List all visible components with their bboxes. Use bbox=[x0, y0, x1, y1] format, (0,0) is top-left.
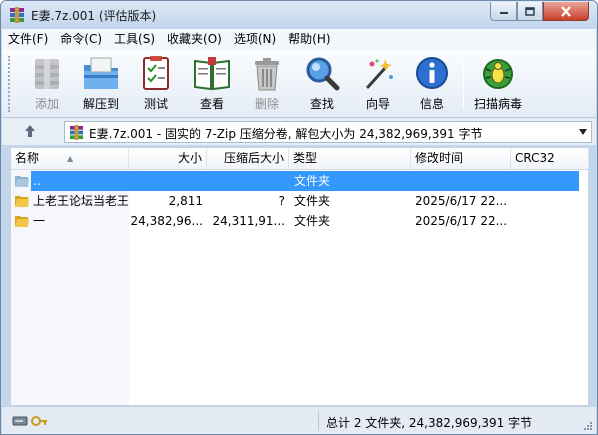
add-button[interactable]: 添加 bbox=[18, 53, 76, 115]
menu-options[interactable]: 选项(N) bbox=[228, 29, 282, 50]
folder-icon bbox=[15, 196, 29, 207]
up-one-level-button[interactable] bbox=[20, 122, 40, 140]
column-header-crc[interactable]: CRC32 bbox=[511, 148, 589, 170]
close-button[interactable] bbox=[543, 2, 589, 21]
row-type: 文件夹 bbox=[294, 194, 331, 208]
wizard-button[interactable]: 向导 bbox=[349, 53, 407, 115]
scan-virus-label: 扫描病毒 bbox=[473, 97, 522, 111]
search-icon bbox=[306, 57, 340, 91]
column-header-type[interactable]: 类型 bbox=[289, 148, 411, 170]
menu-commands[interactable]: 命令(C) bbox=[54, 29, 108, 50]
parent-folder-icon bbox=[15, 176, 29, 187]
info-button[interactable]: 信息 bbox=[403, 53, 461, 115]
address-path-text: E妻.7z.001 - 固实的 7-Zip 压缩分卷, 解包大小为 24,382… bbox=[89, 127, 483, 141]
row-modified: 2025/6/17 22... bbox=[415, 214, 508, 228]
row-size: 24,382,96... bbox=[130, 214, 203, 228]
row-modified: 2025/6/17 22... bbox=[415, 194, 508, 208]
delete-button[interactable]: 删除 bbox=[238, 53, 296, 115]
title-bar[interactable]: E妻.7z.001 (评估版本) bbox=[1, 1, 597, 29]
menu-help[interactable]: 帮助(H) bbox=[282, 29, 336, 50]
delete-label: 删除 bbox=[254, 97, 279, 111]
find-button[interactable]: 查找 bbox=[293, 53, 351, 115]
row-type: 文件夹 bbox=[294, 214, 331, 228]
toolbar-grip[interactable] bbox=[8, 56, 11, 112]
toolbar: 添加 解压到 测试 查看 删除 查找 向导 信息 扫描病毒 bbox=[2, 50, 596, 118]
resize-grip-icon[interactable] bbox=[583, 421, 593, 431]
add-archive-icon bbox=[35, 59, 59, 89]
menu-bar: 文件(F) 命令(C) 工具(S) 收藏夹(O) 选项(N) 帮助(H) bbox=[2, 29, 596, 50]
menu-favorites[interactable]: 收藏夹(O) bbox=[161, 29, 228, 50]
row-name: 上老王论坛当老王 bbox=[33, 194, 128, 208]
extract-to-label: 解压到 bbox=[82, 97, 119, 111]
table-row[interactable]: 上老王论坛当老王 2,811 ? 文件夹 2025/6/17 22... bbox=[11, 191, 588, 211]
folder-icon bbox=[15, 216, 29, 227]
info-icon bbox=[416, 57, 448, 89]
column-header-packed[interactable]: 压缩后大小 bbox=[207, 148, 289, 170]
trash-icon bbox=[255, 58, 279, 91]
test-label: 测试 bbox=[143, 97, 168, 111]
status-separator bbox=[318, 411, 319, 431]
wizard-wand-icon bbox=[366, 59, 393, 89]
arrow-up-icon bbox=[25, 125, 35, 137]
window-title: E妻.7z.001 (评估版本) bbox=[31, 9, 157, 23]
archive-icon bbox=[69, 125, 84, 140]
winrar-app-icon bbox=[10, 7, 24, 23]
row-name: .. bbox=[33, 174, 41, 188]
menu-tools[interactable]: 工具(S) bbox=[108, 29, 161, 50]
column-header-name[interactable]: 名称 ▲ bbox=[11, 148, 129, 170]
list-header: 名称 ▲ 大小 压缩后大小 类型 修改时间 CRC32 bbox=[11, 148, 589, 170]
wizard-label: 向导 bbox=[365, 97, 390, 111]
row-packed: ? bbox=[278, 194, 285, 208]
sort-ascending-icon: ▲ bbox=[67, 154, 74, 163]
minimize-button[interactable] bbox=[490, 2, 517, 21]
minimize-icon bbox=[499, 12, 508, 14]
address-path-dropdown[interactable]: E妻.7z.001 - 固实的 7-Zip 压缩分卷, 解包大小为 24,382… bbox=[64, 121, 592, 143]
address-bar: E妻.7z.001 - 固实的 7-Zip 压缩分卷, 解包大小为 24,382… bbox=[2, 118, 596, 145]
column-header-size[interactable]: 大小 bbox=[129, 148, 207, 170]
close-icon bbox=[561, 5, 571, 17]
toolbar-separator bbox=[463, 58, 464, 110]
table-row-parent[interactable]: .. 文件夹 bbox=[11, 171, 588, 191]
status-summary: 总计 2 文件夹, 24,382,969,391 字节 bbox=[326, 416, 533, 430]
find-label: 查找 bbox=[309, 97, 334, 111]
test-checklist-icon bbox=[143, 56, 169, 90]
test-button[interactable]: 测试 bbox=[127, 53, 185, 115]
table-row[interactable]: 一 24,382,96... 24,311,91... 文件夹 2025/6/1… bbox=[11, 211, 588, 231]
column-header-modified[interactable]: 修改时间 bbox=[411, 148, 511, 170]
row-type: 文件夹 bbox=[294, 174, 331, 188]
add-label: 添加 bbox=[34, 97, 59, 111]
scan-virus-button[interactable]: 扫描病毒 bbox=[467, 53, 529, 115]
view-label: 查看 bbox=[199, 97, 224, 111]
maximize-button[interactable] bbox=[517, 2, 543, 21]
view-book-icon bbox=[194, 57, 230, 91]
winrar-window: E妻.7z.001 (评估版本) 文件(F) 命令(C) 工具(S) 收藏夹(O… bbox=[0, 0, 598, 435]
maximize-icon bbox=[525, 6, 535, 16]
chevron-down-icon[interactable] bbox=[579, 129, 587, 135]
column-name-label: 名称 bbox=[15, 151, 40, 165]
file-list[interactable]: 名称 ▲ 大小 压缩后大小 类型 修改时间 CRC32 .. 文件夹 上老王论坛… bbox=[10, 147, 589, 406]
extract-to-button[interactable]: 解压到 bbox=[72, 53, 130, 115]
menu-file[interactable]: 文件(F) bbox=[2, 29, 54, 50]
extract-folder-icon bbox=[84, 57, 118, 89]
row-packed: 24,311,91... bbox=[212, 214, 285, 228]
row-size: 2,811 bbox=[168, 194, 203, 208]
info-label: 信息 bbox=[419, 97, 444, 111]
view-button[interactable]: 查看 bbox=[183, 53, 241, 115]
drive-key-icon[interactable] bbox=[12, 414, 48, 428]
virus-scan-icon bbox=[483, 59, 513, 89]
status-bar: 总计 2 文件夹, 24,382,969,391 字节 bbox=[2, 406, 596, 434]
row-name: 一 bbox=[33, 214, 46, 228]
